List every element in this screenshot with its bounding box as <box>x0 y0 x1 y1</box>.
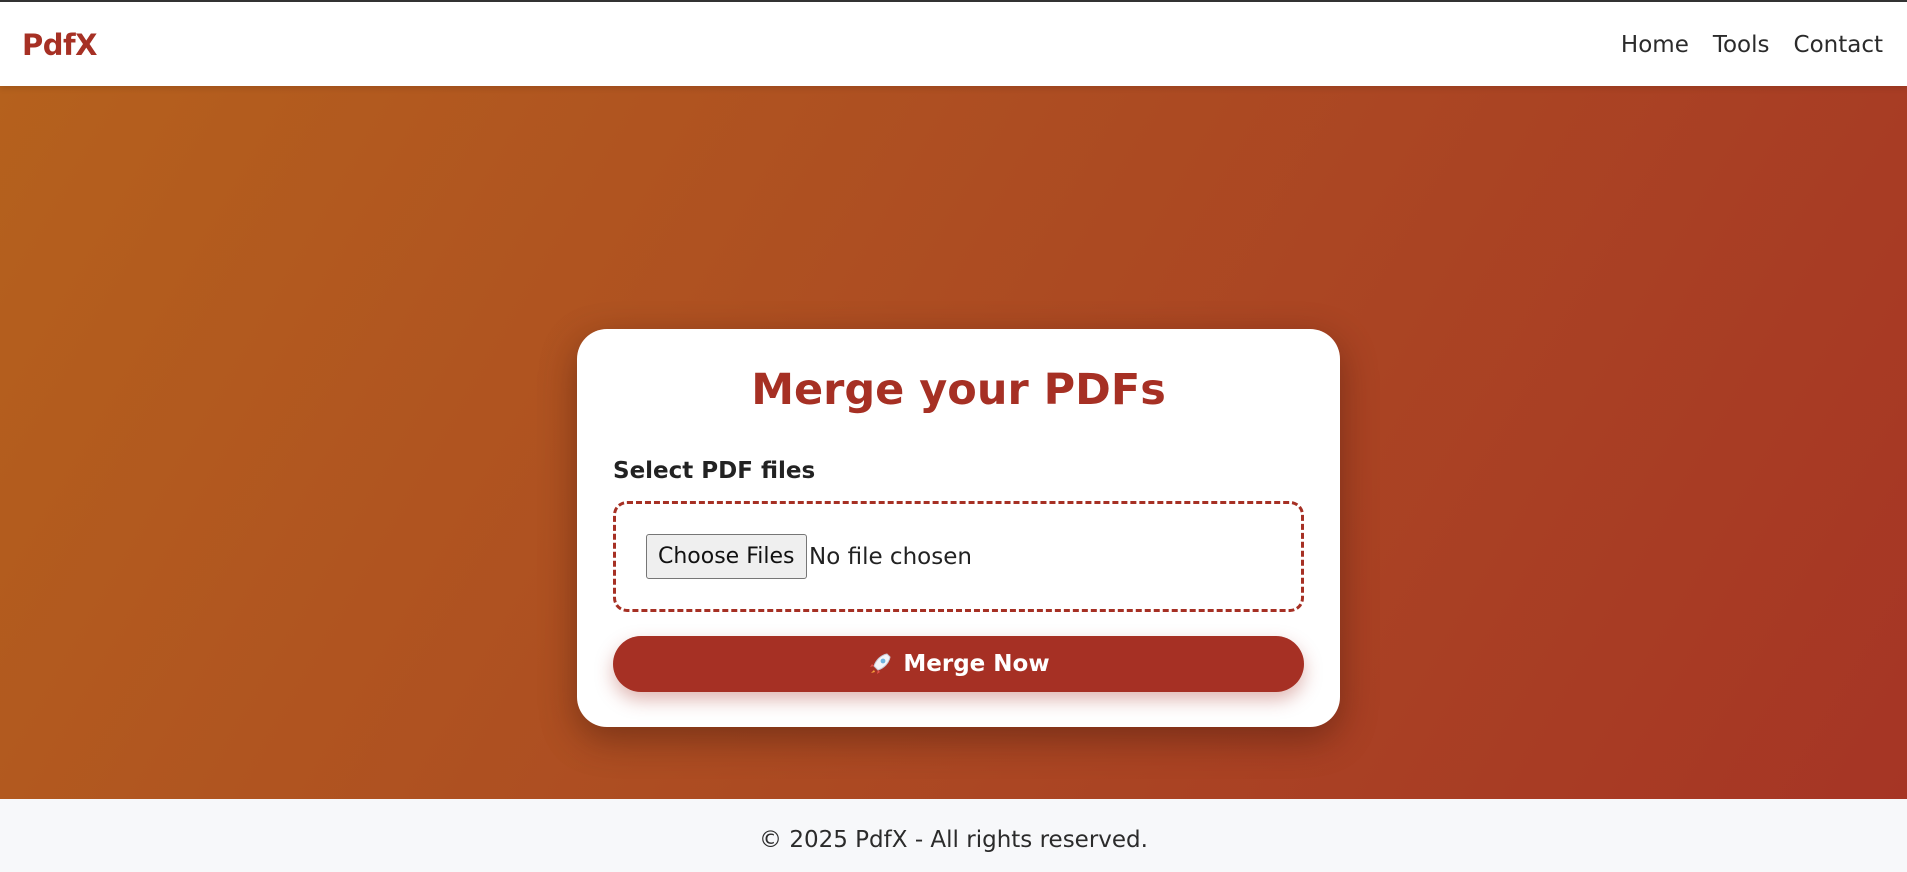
card-title: Merge your PDFs <box>751 365 1166 415</box>
page-footer: © 2025 PdfX - All rights reserved. <box>0 799 1907 872</box>
choose-files-button[interactable]: Choose Files <box>646 534 807 579</box>
nav-link-tools[interactable]: Tools <box>1713 32 1770 58</box>
rocket-icon <box>867 651 893 677</box>
file-field-label: Select PDF files <box>613 458 816 484</box>
nav-link-home[interactable]: Home <box>1621 32 1689 58</box>
top-navbar: PdfX Home Tools Contact <box>0 0 1907 86</box>
nav-link-contact[interactable]: Contact <box>1794 32 1883 58</box>
merge-card: Merge your PDFs Select PDF files Choose … <box>577 329 1340 727</box>
merge-now-label: Merge Now <box>903 651 1050 677</box>
main-nav: Home Tools Contact <box>1621 32 1883 58</box>
merge-now-button[interactable]: Merge Now <box>613 636 1304 692</box>
file-dropzone[interactable]: Choose Files No file chosen <box>613 501 1304 612</box>
brand-logo[interactable]: PdfX <box>22 28 98 62</box>
footer-copyright: © 2025 PdfX - All rights reserved. <box>759 827 1148 853</box>
hero-section: Merge your PDFs Select PDF files Choose … <box>0 86 1907 799</box>
file-status-text: No file chosen <box>809 544 972 570</box>
